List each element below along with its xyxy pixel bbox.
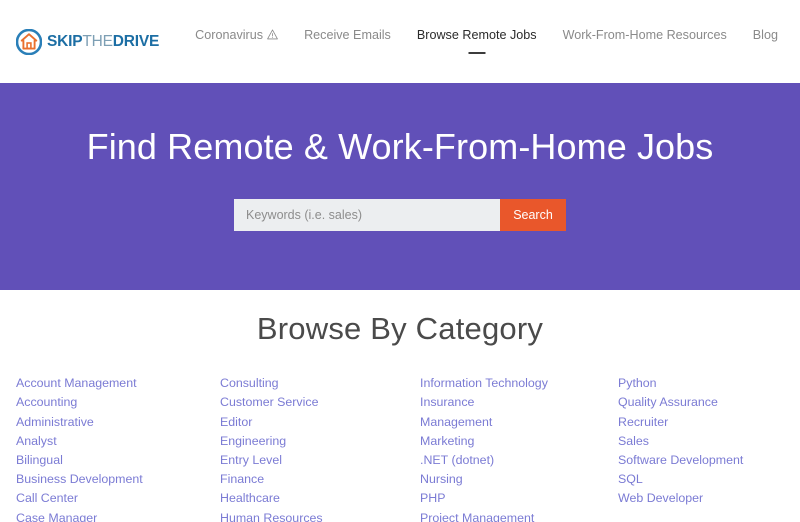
nav-item-receive-emails[interactable]: Receive Emails	[304, 28, 391, 56]
category-link[interactable]: Human Resources	[220, 509, 420, 522]
category-link[interactable]: Customer Service	[220, 393, 420, 412]
logo-word-drive: DRIVE	[112, 32, 160, 50]
category-link[interactable]: Engineering	[220, 432, 420, 451]
category-link[interactable]: Bilingual	[16, 451, 220, 470]
nav-item-label: Browse Remote Jobs	[416, 27, 537, 42]
category-link[interactable]: Finance	[220, 470, 420, 489]
category-link[interactable]: Quality Assurance	[618, 393, 784, 412]
category-column-2: Consulting Customer Service Editor Engin…	[220, 374, 420, 522]
nav-item-label: Blog	[752, 27, 778, 42]
nav-item-work-from-home-resources[interactable]: Work-From-Home Resources	[563, 28, 727, 56]
category-column-1: Account Management Accounting Administra…	[16, 374, 220, 522]
category-link[interactable]: Recruiter	[618, 413, 784, 432]
category-link[interactable]: Software Development	[618, 451, 784, 470]
nav-item-blog[interactable]: Blog	[753, 28, 778, 56]
section-title: Browse By Category	[256, 311, 544, 346]
hero-banner: Find Remote & Work-From-Home Jobs Search	[0, 83, 800, 290]
site-logo[interactable]: SKIPTHEDRIVE	[16, 28, 159, 55]
category-column-3: Information Technology Insurance Managem…	[420, 374, 618, 522]
category-link[interactable]: .NET (dotnet)	[420, 451, 618, 470]
category-link[interactable]: Marketing	[420, 432, 618, 451]
category-link[interactable]: Web Developer	[618, 489, 784, 508]
category-column-4: Python Quality Assurance Recruiter Sales…	[618, 374, 784, 522]
category-link[interactable]: Case Manager	[16, 509, 220, 522]
job-search-form: Search	[234, 198, 566, 231]
category-link[interactable]: Entry Level	[220, 451, 420, 470]
category-link[interactable]: Nursing	[420, 470, 618, 489]
hero-title: Find Remote & Work-From-Home Jobs	[86, 126, 714, 167]
nav-item-label: Work-From-Home Resources	[562, 27, 727, 42]
category-link[interactable]: Healthcare	[220, 489, 420, 508]
logo-word-skip: SKIP	[47, 32, 83, 50]
category-link[interactable]: SQL	[618, 470, 784, 489]
category-link[interactable]: Insurance	[420, 393, 618, 412]
category-link[interactable]: Information Technology	[420, 374, 618, 393]
category-link[interactable]: Consulting	[220, 374, 420, 393]
category-link[interactable]: Management	[420, 413, 618, 432]
category-link[interactable]: PHP	[420, 489, 618, 508]
category-link[interactable]: Administrative	[16, 413, 220, 432]
warning-triangle-icon	[267, 29, 278, 40]
category-link[interactable]: Python	[618, 374, 784, 393]
category-link[interactable]: Editor	[220, 413, 420, 432]
browse-by-category-section: Browse By Category Account Management Ac…	[0, 290, 800, 522]
logo-word-the: THE	[82, 32, 113, 50]
house-in-circle-icon	[16, 28, 42, 55]
nav-item-label: Receive Emails	[304, 27, 391, 42]
category-link[interactable]: Accounting	[16, 393, 220, 412]
category-link[interactable]: Call Center	[16, 489, 220, 508]
logo-wordmark: SKIPTHEDRIVE	[47, 34, 159, 50]
category-grid: Account Management Accounting Administra…	[0, 374, 800, 522]
category-link[interactable]: Account Management	[16, 374, 220, 393]
category-link[interactable]: Analyst	[16, 432, 220, 451]
category-link[interactable]: Project Management	[420, 509, 618, 522]
main-navigation: Coronavirus Receive Emails Browse Remote…	[195, 28, 782, 56]
site-header: SKIPTHEDRIVE Coronavirus Receive Emails …	[0, 0, 800, 83]
search-input[interactable]	[234, 198, 500, 231]
search-button[interactable]: Search	[500, 198, 566, 231]
nav-item-browse-remote-jobs[interactable]: Browse Remote Jobs	[417, 28, 537, 56]
category-link[interactable]: Sales	[618, 432, 784, 451]
category-link[interactable]: Business Development	[16, 470, 220, 489]
nav-item-label: Coronavirus	[195, 27, 264, 42]
nav-item-coronavirus[interactable]: Coronavirus	[195, 28, 278, 56]
